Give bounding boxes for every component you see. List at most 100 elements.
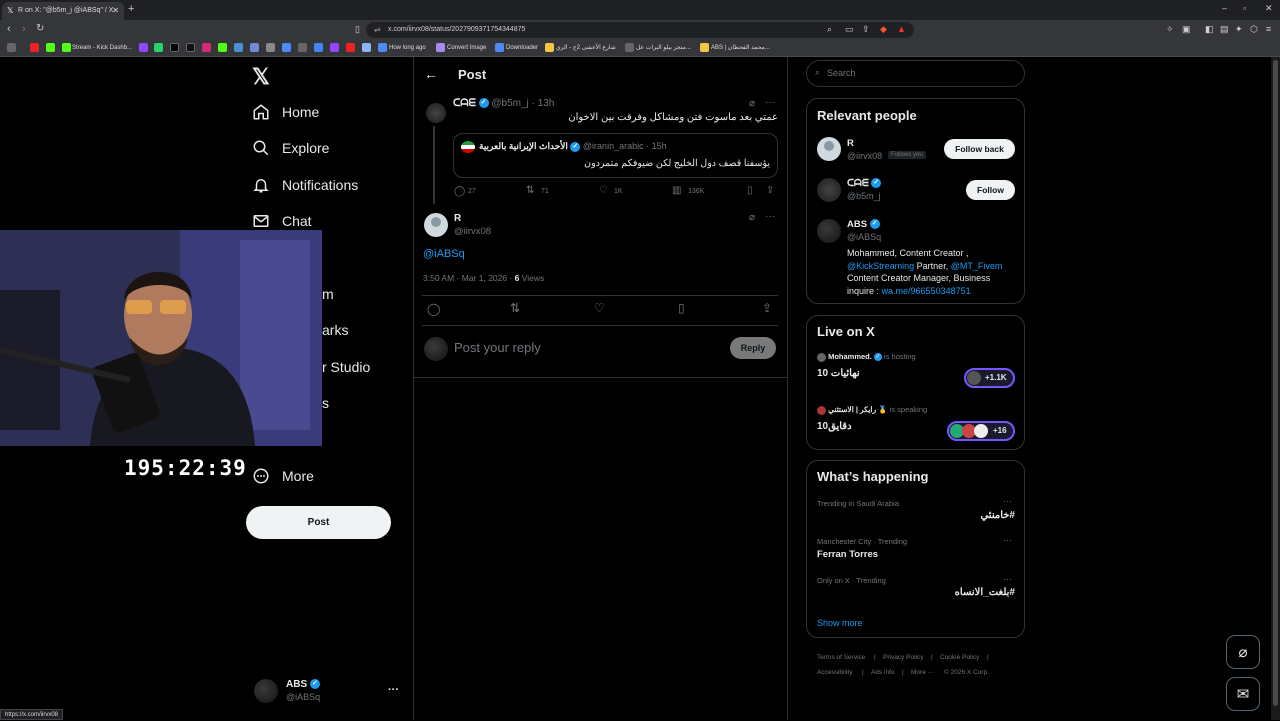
bio-link[interactable]: wa.me/966550348751 [882,286,971,296]
messages-floating-icon[interactable]: ✉ [1226,677,1260,711]
follow-button[interactable]: Follow [966,180,1015,200]
back-arrow-icon[interactable]: ← [424,66,438,82]
x-icon[interactable] [170,43,179,52]
twitch-icon[interactable] [139,43,148,52]
nav-home[interactable]: Home [252,99,319,125]
new-tab-icon[interactable]: + [128,3,134,15]
close-window-icon[interactable]: ✕ [1265,3,1273,14]
bookmark-icon[interactable] [436,43,445,52]
bookmark-icon[interactable] [545,43,554,52]
bookmark-icon[interactable] [362,43,371,52]
bookmark-icon[interactable]: ▯ [678,301,685,315]
post-button[interactable]: Post [246,506,391,539]
back-icon[interactable]: ‹ [7,23,11,35]
nav-explore[interactable]: Explore [252,135,329,161]
minimize-icon[interactable]: – [1222,3,1227,13]
grok-icon[interactable]: ⌀ [749,98,755,109]
bookmark-page-icon[interactable]: ▯ [355,24,360,35]
tabs-icon[interactable]: ▤ [1220,24,1229,35]
screen-icon[interactable]: ▭ [845,24,854,35]
quoted-post[interactable] [453,133,778,178]
kick-icon[interactable] [46,43,55,52]
live-host[interactable]: رايكر | الاستثني 🥇 is speaking [817,405,927,415]
x-logo-icon[interactable]: 𝕏 [252,64,270,90]
reload-icon[interactable]: ↻ [36,23,44,34]
bookmark-icon[interactable] [266,43,275,52]
post-more-icon[interactable]: ··· [765,97,775,108]
nav-more[interactable]: More [252,463,314,489]
bookmark-item[interactable]: شارع الأعشى 2ج - الري... [556,43,616,53]
forward-icon[interactable]: › [22,23,26,35]
apps-icon[interactable] [7,43,16,52]
trend-more-icon[interactable]: ··· [1003,574,1012,584]
footer-link[interactable]: Privacy Policy [883,654,923,661]
bookmark-icon[interactable] [30,43,39,52]
footer-link[interactable]: More ··· [911,669,934,676]
vpn-icon[interactable]: ⬡ [1250,24,1258,35]
close-tab-icon[interactable]: ✕ [112,2,119,19]
bookmark-icon[interactable] [298,43,307,52]
footer-link[interactable]: Ads info [871,669,895,676]
reply-button[interactable]: Reply [730,337,776,359]
trend-topic[interactable]: Ferran Torres [817,549,878,560]
nav-lists[interactable]: s [322,390,329,416]
trend-more-icon[interactable]: ··· [1003,496,1012,506]
bookmark-item[interactable]: Stream - Kick Dashb... [72,43,132,53]
bookmark-item[interactable]: How long ago [389,43,426,53]
reply-input[interactable]: Post your reply [454,340,541,355]
bookmark-icon[interactable] [625,43,634,52]
zoom-icon[interactable]: ⌕ [827,24,832,35]
site-info-icon[interactable]: ⇌ [374,22,381,38]
alerts-icon[interactable]: ▲ [897,24,906,34]
author-avatar[interactable] [426,103,446,123]
account-name[interactable]: ABS ✓ [286,679,320,690]
grok-floating-icon[interactable]: ⌀ [1226,635,1260,669]
person-name[interactable]: ABS ✓ [847,219,880,230]
bookmark-item[interactable]: Downloader [506,43,538,53]
brave-shield-icon[interactable]: ◆ [880,24,887,35]
mention-link[interactable]: @iABSq [423,248,465,260]
person-name[interactable]: ᑕᗩᗴ ✓ [847,178,882,189]
footer-link[interactable]: Cookie Policy [940,654,979,661]
show-more-link[interactable]: Show more [817,618,863,628]
whatsapp-icon[interactable] [154,43,163,52]
person-name[interactable]: R [847,138,854,149]
nav-notifications[interactable]: Notifications [252,172,358,198]
maximize-icon[interactable]: ▫ [1243,3,1246,13]
account-menu-icon[interactable]: ··· [388,684,399,696]
kick-icon[interactable] [218,43,227,52]
share-icon[interactable]: ⇪ [862,24,870,35]
bookmark-icon[interactable] [282,43,291,52]
trend-more-icon[interactable]: ··· [1003,535,1012,545]
sidebar-toggle-icon[interactable]: ◧ [1205,24,1214,35]
account-avatar[interactable] [254,679,278,703]
live-title[interactable]: نهائيات 10 [817,368,860,379]
live-title[interactable]: دقايق10 [817,421,852,432]
bookmark-icon[interactable] [330,43,339,52]
trend-topic[interactable]: #خامنئي [890,510,1015,521]
bookmark-icon[interactable] [495,43,504,52]
kick-icon[interactable] [62,43,71,52]
bio-link[interactable]: @MT_Fivem [951,261,1003,271]
person-avatar[interactable] [817,178,841,202]
footer-link[interactable]: Terms of Service [817,654,865,661]
nav-creator-studio[interactable]: r Studio [322,354,370,380]
scrollbar-thumb[interactable] [1273,60,1278,706]
bookmark-icon[interactable] [234,43,243,52]
bookmark-icon[interactable] [314,43,323,52]
person-avatar[interactable] [817,219,841,243]
post-more-icon[interactable]: ··· [765,211,775,222]
nav-bookmarks[interactable]: arks [322,317,348,343]
bio-link[interactable]: @KickStreaming [847,261,914,271]
like-icon[interactable]: ♡ [599,185,608,196]
folder-icon[interactable] [700,43,709,52]
live-host[interactable]: Mohammed. ✓ is hosting [817,352,916,362]
bookmark-icon[interactable] [346,43,355,52]
views-icon[interactable]: ▥ [672,185,681,196]
bookmark-item[interactable]: Convert Image [447,43,486,53]
share-icon[interactable]: ⇪ [762,301,772,315]
reply-icon[interactable]: ◯ [454,186,465,197]
bookmark-icon[interactable]: ▯ [747,185,753,196]
trend-topic[interactable]: #بلغت_الانساه [890,587,1015,598]
like-icon[interactable]: ♡ [594,301,605,315]
